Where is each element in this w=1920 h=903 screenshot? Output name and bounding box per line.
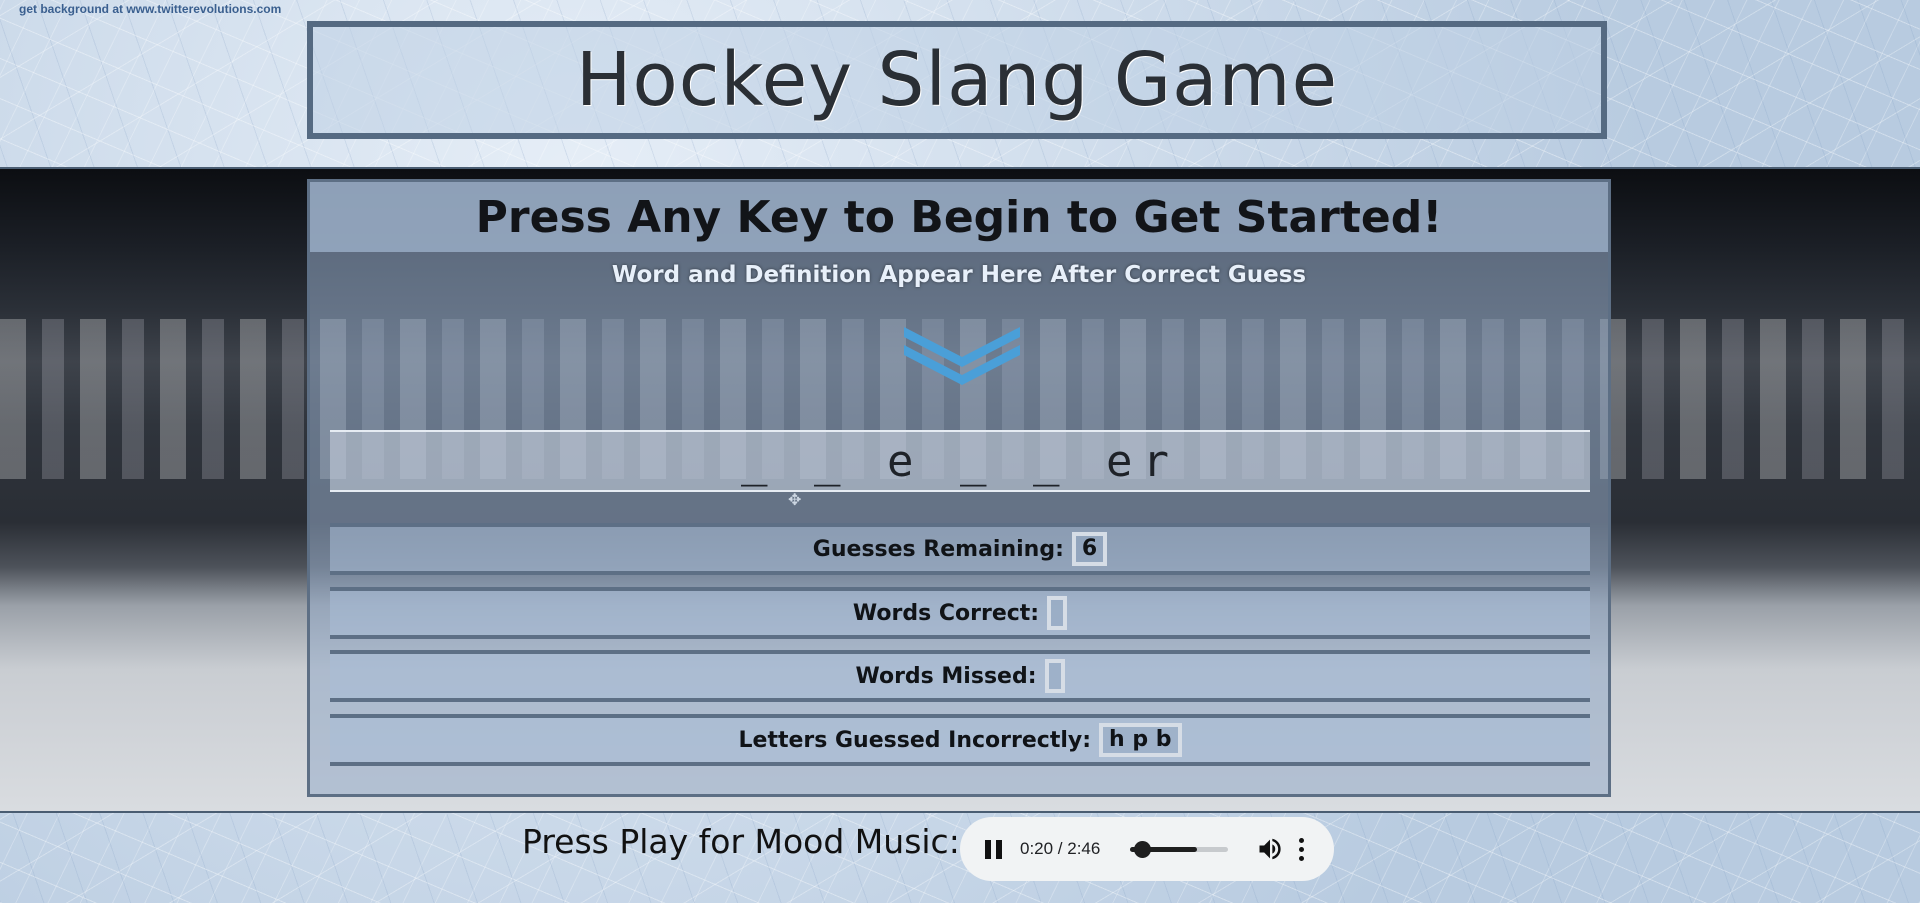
current-word: _ _ e _ _ er bbox=[741, 435, 1179, 487]
volume-slider-thumb[interactable] bbox=[1133, 840, 1151, 858]
start-prompt: Press Any Key to Begin to Get Started! bbox=[475, 191, 1443, 243]
letters-incorrect-row: Letters Guessed Incorrectly: h p b bbox=[330, 714, 1590, 766]
background-credit[interactable]: get background at www.twitterevolutions.… bbox=[19, 2, 281, 16]
words-missed-row: Words Missed: bbox=[330, 650, 1590, 702]
words-correct-row: Words Correct: bbox=[330, 587, 1590, 639]
volume-slider[interactable] bbox=[1130, 840, 1228, 858]
volume-icon[interactable] bbox=[1256, 835, 1284, 863]
audio-player[interactable]: 0:20 / 2:46 bbox=[960, 817, 1334, 881]
words-correct-value bbox=[1047, 596, 1068, 630]
chevron-down-icon bbox=[904, 327, 1020, 385]
words-correct-label: Words Correct: bbox=[852, 600, 1040, 626]
guesses-remaining-label: Guesses Remaining: bbox=[812, 536, 1064, 562]
more-options-icon[interactable] bbox=[1296, 837, 1306, 861]
letters-incorrect-value: h p b bbox=[1099, 723, 1182, 757]
pause-button[interactable] bbox=[982, 838, 1004, 860]
letters-incorrect-label: Letters Guessed Incorrectly: bbox=[738, 727, 1092, 753]
game-title: Hockey Slang Game bbox=[575, 37, 1339, 123]
panel-header: Press Any Key to Begin to Get Started! bbox=[310, 182, 1608, 252]
move-icon: ✥ bbox=[788, 492, 802, 509]
music-label: Press Play for Mood Music: bbox=[522, 822, 960, 861]
guesses-remaining-value: 6 bbox=[1071, 532, 1108, 566]
time-display: 0:20 / 2:46 bbox=[1020, 839, 1101, 858]
words-missed-value bbox=[1044, 659, 1065, 693]
game-panel: Press Any Key to Begin to Get Started! W… bbox=[307, 179, 1611, 797]
word-display: _ _ e _ _ er bbox=[330, 430, 1590, 492]
guesses-remaining-row: Guesses Remaining: 6 bbox=[330, 523, 1590, 575]
pause-icon bbox=[984, 839, 991, 859]
title-banner: Hockey Slang Game bbox=[307, 21, 1607, 139]
words-missed-label: Words Missed: bbox=[855, 663, 1037, 689]
definition-area: Word and Definition Appear Here After Co… bbox=[611, 262, 1307, 288]
